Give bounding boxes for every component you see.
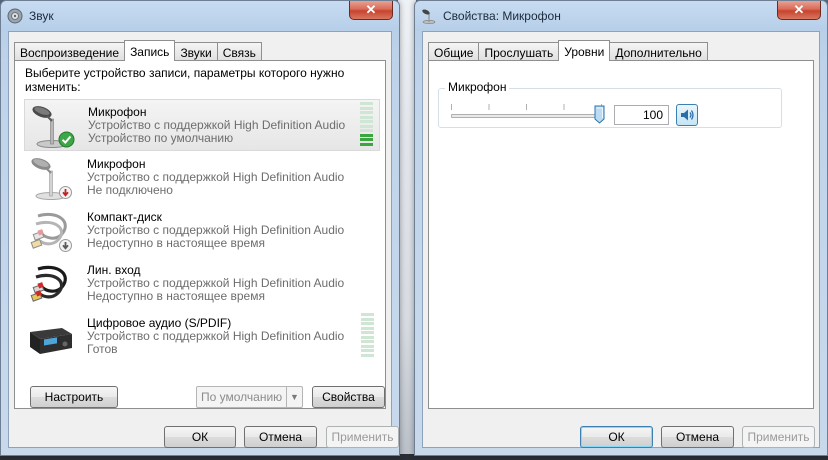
chevron-down-icon[interactable]: ▼ bbox=[286, 387, 302, 407]
device-name: Лин. вход bbox=[87, 263, 141, 277]
meter-bar bbox=[361, 353, 374, 357]
microphone-level-label: Микрофон bbox=[445, 80, 510, 94]
device-name: Микрофон bbox=[87, 157, 146, 171]
level-value-field[interactable]: 100 bbox=[614, 105, 669, 125]
sound-titlebar[interactable]: Звук ✕ bbox=[1, 1, 399, 31]
mic-apply-button[interactable]: Применить bbox=[742, 426, 815, 448]
level-meter bbox=[360, 102, 373, 146]
device-status: Готов bbox=[87, 342, 118, 356]
meter-bar bbox=[360, 115, 373, 119]
meter-bar bbox=[361, 326, 374, 330]
speaker-icon bbox=[681, 109, 694, 121]
mic-properties-window: Свойства: Микрофон ✕ Общие Прослушать Ур… bbox=[414, 0, 828, 456]
rca-cable-icon bbox=[30, 265, 67, 302]
set-default-label: По умолчанию bbox=[201, 390, 283, 404]
meter-bar bbox=[360, 102, 373, 105]
slider-thumb[interactable] bbox=[594, 105, 605, 124]
meter-bar bbox=[361, 349, 374, 353]
device-name: Компакт-диск bbox=[87, 210, 162, 224]
list-item-cd[interactable]: Компакт-диск Устройство с поддержкой Hig… bbox=[24, 205, 380, 257]
device-status: Устройство по умолчанию bbox=[88, 131, 234, 145]
device-description: Устройство с поддержкой High Definition … bbox=[88, 118, 346, 132]
device-description: Устройство с поддержкой High Definition … bbox=[87, 170, 345, 184]
mic-properties-title: Свойства: Микрофон bbox=[443, 9, 561, 23]
meter-bar bbox=[361, 335, 374, 339]
digital-receiver-icon bbox=[30, 328, 72, 354]
tab-sounds[interactable]: Звуки bbox=[174, 42, 218, 61]
properties-button[interactable]: Свойства bbox=[312, 386, 385, 408]
tab-general[interactable]: Общие bbox=[428, 42, 480, 61]
meter-bar bbox=[360, 133, 373, 137]
mic-cancel-button[interactable]: Отмена bbox=[661, 426, 734, 448]
meter-bar bbox=[361, 344, 374, 348]
mic-properties-tabs: Общие Прослушать Уровни Дополнительно bbox=[428, 40, 708, 61]
meter-bar bbox=[361, 317, 374, 321]
configure-button[interactable]: Настроить bbox=[30, 386, 118, 408]
meter-bar bbox=[360, 120, 373, 124]
meter-bar bbox=[360, 111, 373, 115]
slider-ticks bbox=[451, 104, 602, 110]
tab-recording[interactable]: Запись bbox=[124, 40, 176, 61]
microphone-title-icon bbox=[422, 9, 436, 24]
device-description: Устройство с поддержкой High Definition … bbox=[87, 223, 345, 237]
sound-window: Звук ✕ Воспроизведение Запись Звуки Связ… bbox=[0, 0, 400, 456]
mic-properties-client-area: Общие Прослушать Уровни Дополнительно Ми… bbox=[422, 31, 820, 448]
sound-cancel-button[interactable]: Отмена bbox=[244, 426, 317, 448]
mic-properties-titlebar[interactable]: Свойства: Микрофон ✕ bbox=[415, 1, 827, 31]
set-default-dropdown[interactable]: По умолчанию ▼ bbox=[196, 386, 303, 408]
sound-close-button[interactable]: ✕ bbox=[349, 1, 393, 20]
tab-playback[interactable]: Воспроизведение bbox=[14, 42, 126, 61]
device-status: Не подключено bbox=[87, 183, 173, 197]
device-description: Устройство с поддержкой High Definition … bbox=[87, 329, 345, 343]
meter-bar bbox=[361, 313, 374, 316]
meter-bar bbox=[360, 129, 373, 133]
disabled-arrow-icon bbox=[59, 239, 72, 252]
meter-bar bbox=[361, 331, 374, 335]
tab-communications[interactable]: Связь bbox=[216, 42, 262, 61]
tab-levels[interactable]: Уровни bbox=[558, 40, 611, 61]
recording-instruction: Выберите устройство записи, параметры ко… bbox=[25, 66, 345, 94]
sound-apply-button[interactable]: Применить bbox=[326, 426, 399, 448]
list-item-spdif[interactable]: Цифровое аудио (S/PDIF) Устройство с под… bbox=[24, 311, 380, 363]
meter-bar bbox=[360, 142, 373, 146]
speaker-app-icon bbox=[7, 8, 23, 24]
sound-tabs: Воспроизведение Запись Звуки Связь bbox=[14, 40, 262, 61]
list-item-line-in[interactable]: Лин. вход Устройство с поддержкой High D… bbox=[24, 258, 380, 310]
list-item-microphone-unplugged[interactable]: Микрофон Устройство с поддержкой High De… bbox=[24, 152, 380, 204]
sound-window-title: Звук bbox=[29, 9, 54, 23]
sound-ok-button[interactable]: ОК bbox=[164, 426, 236, 448]
recording-panel: Выберите устройство записи, параметры ко… bbox=[14, 60, 386, 409]
meter-bar bbox=[361, 322, 374, 326]
tab-advanced[interactable]: Дополнительно bbox=[609, 42, 708, 61]
device-name: Цифровое аудио (S/PDIF) bbox=[87, 316, 232, 330]
mic-properties-close-button[interactable]: ✕ bbox=[777, 1, 821, 20]
mic-ok-button[interactable]: ОК bbox=[580, 426, 653, 448]
level-meter bbox=[361, 313, 374, 357]
mute-toggle-button[interactable] bbox=[676, 104, 698, 126]
unplugged-arrow-icon bbox=[59, 186, 72, 199]
device-name: Микрофон bbox=[88, 105, 147, 119]
meter-bar bbox=[360, 138, 373, 142]
device-list: Микрофон Устройство с поддержкой High De… bbox=[24, 99, 382, 379]
tab-listen[interactable]: Прослушать bbox=[478, 42, 560, 61]
levels-panel: Микрофон 100 bbox=[428, 60, 814, 409]
meter-bar bbox=[360, 106, 373, 110]
list-item-microphone-default[interactable]: Микрофон Устройство с поддержкой High De… bbox=[24, 99, 380, 151]
meter-bar bbox=[360, 124, 373, 128]
default-check-icon bbox=[58, 131, 75, 148]
meter-bar bbox=[361, 340, 374, 344]
sound-client-area: Воспроизведение Запись Звуки Связь Выбер… bbox=[8, 31, 399, 448]
microphone-level-slider[interactable] bbox=[451, 114, 602, 118]
device-description: Устройство с поддержкой High Definition … bbox=[87, 276, 345, 290]
device-status: Недоступно в настоящее время bbox=[87, 289, 265, 303]
device-status: Недоступно в настоящее время bbox=[87, 236, 265, 250]
